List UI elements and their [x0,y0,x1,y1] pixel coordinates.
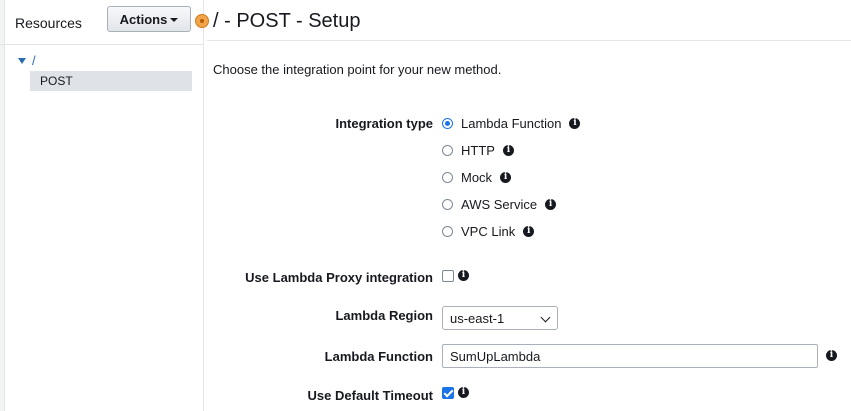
radio-http[interactable]: HTTP i [442,143,514,158]
info-icon[interactable]: i [545,199,557,210]
info-icon[interactable]: i [502,145,514,156]
caret-down-icon [170,17,179,22]
actions-label: Actions [119,11,168,27]
panel-edge [0,0,5,411]
default-timeout-checkbox[interactable] [442,387,454,399]
info-icon[interactable]: i [523,226,535,237]
radio-selected-icon[interactable] [442,118,453,129]
option-label: VPC Link [461,224,516,239]
expand-caret-icon[interactable] [18,57,26,64]
lambda-function-input[interactable] [442,344,818,368]
resource-root-label: / [32,53,36,68]
status-indicator-icon [195,14,209,28]
radio-aws-service[interactable]: AWS Service i [442,197,557,212]
resource-method-post[interactable]: POST [30,71,192,91]
resources-panel: Resources Actions / POST [0,0,204,411]
info-icon[interactable]: i [458,270,469,281]
radio-lambda-function[interactable]: Lambda Function i [442,116,581,131]
info-icon[interactable]: i [500,172,512,183]
default-timeout-label: Use Default Timeout [307,388,433,403]
option-label: Mock [461,170,493,185]
info-icon[interactable]: i [569,118,581,129]
option-label: HTTP [461,143,495,158]
lambda-region-value: us-east-1 [450,310,505,326]
option-label: Lambda Function [461,116,562,131]
lambda-region-select[interactable]: us-east-1 [442,306,558,330]
lambda-function-label: Lambda Function [324,349,433,364]
resources-header: Resources Actions [0,0,203,45]
radio-mock[interactable]: Mock i [442,170,512,185]
info-icon[interactable]: i [458,387,469,398]
actions-button[interactable]: Actions [107,6,191,32]
radio-icon[interactable] [442,145,453,156]
title-divider [207,40,851,41]
intro-text: Choose the integration point for your ne… [213,62,502,77]
chevron-down-icon [540,312,551,323]
page-title: / - POST - Setup [213,10,361,32]
integration-type-label: Integration type [335,116,433,131]
option-label: AWS Service [461,197,538,212]
radio-icon[interactable] [442,199,453,210]
info-icon[interactable]: i [826,350,837,361]
resources-title: Resources [15,15,82,31]
radio-icon[interactable] [442,172,453,183]
radio-vpc-link[interactable]: VPC Link i [442,224,535,239]
radio-icon[interactable] [442,226,453,237]
lambda-region-label: Lambda Region [335,308,433,323]
proxy-integration-checkbox[interactable] [442,270,454,282]
resource-tree-root[interactable]: / [18,53,36,68]
proxy-integration-label: Use Lambda Proxy integration [245,270,433,285]
resource-method-label: POST [40,74,73,88]
